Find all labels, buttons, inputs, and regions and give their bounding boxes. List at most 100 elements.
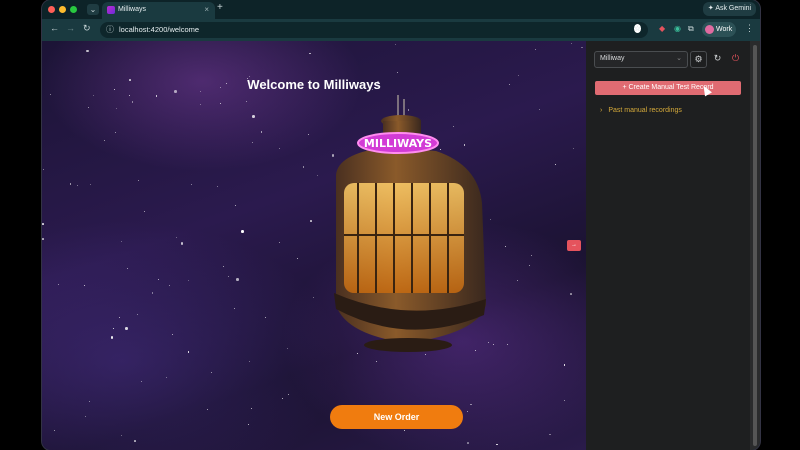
profile-label: Work [716,26,733,33]
star-dot [535,48,537,50]
star-dot [57,284,59,286]
forward-icon[interactable]: → [66,23,75,33]
star-dot [119,317,121,319]
star-dot [539,108,541,110]
back-icon[interactable]: ← [50,23,59,33]
star-dot [302,166,305,168]
star-dot [84,285,86,287]
tab-strip: ⌄ Milliways × + ✦ Ask Gemini [42,0,760,19]
star-dot [296,257,298,259]
star-dot [249,361,251,363]
tab-search-button[interactable]: ⌄ [87,4,99,15]
star-dot [199,104,201,106]
star-dot [223,266,225,268]
star-dot [155,95,158,97]
minimize-window-button[interactable] [59,6,66,13]
star-dot [496,443,498,446]
star-dot [252,115,255,118]
star-dot [227,275,230,278]
star-dot [127,267,129,269]
star-dot [92,95,94,97]
extension-icon[interactable]: ◉ [674,24,681,33]
close-window-button[interactable] [48,6,55,13]
star-dot [279,147,281,149]
star-dot [281,398,283,400]
star-dot [42,168,44,170]
star-dot [467,442,469,444]
star-dot [120,241,122,243]
star-dot [395,44,397,46]
star-dot [517,74,520,77]
tab-close-icon[interactable]: × [204,5,209,14]
star-dot [278,241,280,243]
star-dot [136,313,139,316]
star-dot [424,353,426,355]
star-dot [180,242,184,245]
browser-menu-icon[interactable]: ⋮ [745,23,754,34]
star-dot [288,394,290,396]
chevron-down-icon: ⌄ [676,55,682,62]
maximize-window-button[interactable] [70,6,77,13]
address-bar[interactable]: ⓘ localhost:4200/welcome ☆ [100,22,648,38]
tab-title: Milliways [118,6,146,13]
star-dot [90,183,92,185]
star-dot [171,333,173,335]
project-select-value: Milliway [600,55,625,62]
star-dot [581,46,583,49]
star-dot [86,49,89,52]
new-tab-button[interactable]: + [217,2,223,13]
extensions-puzzle-icon[interactable]: ⧉ [688,24,694,34]
star-dot [286,347,289,350]
star-dot [250,407,252,409]
star-dot [113,328,115,330]
avatar [705,24,714,34]
star-dot [104,139,106,141]
star-dot [397,72,399,74]
star-dot [69,183,72,185]
toggle-panel-button[interactable]: → [567,240,581,251]
panel-scrollbar[interactable] [750,41,760,450]
star-dot [188,280,190,282]
star-dot [125,327,128,330]
tab-milliways[interactable]: Milliways × [102,2,215,19]
extension-icon[interactable]: ◆ [659,24,665,33]
chevron-right-icon: › [600,107,603,114]
star-dot [504,245,506,248]
past-recordings-toggle[interactable]: › Past manual recordings [600,107,682,114]
ask-gemini-label: Ask Gemini [715,5,752,12]
star-dot [42,223,44,225]
star-dot [76,185,78,187]
refresh-icon[interactable]: ↻ [710,51,725,66]
profile-chip[interactable]: Work [702,22,736,37]
star-dot [158,278,160,280]
star-dot [310,220,312,222]
welcome-page: Welcome to Milliways MILLIWAYS New Order… [42,41,586,450]
new-order-button[interactable]: New Order [330,405,463,429]
star-dot [307,134,309,136]
create-manual-test-record-button[interactable]: + Create Manual Test Record [595,81,741,95]
star-dot [166,377,168,379]
star-dot [570,43,572,45]
browser-window: ⌄ Milliways × + ✦ Ask Gemini ← → ↻ ⓘ loc… [42,0,760,450]
ask-gemini-button[interactable]: ✦ Ask Gemini [703,2,756,16]
bookmark-star-icon[interactable]: ☆ [633,24,641,33]
project-select[interactable]: Milliway ⌄ [594,51,688,68]
site-info-icon[interactable]: ⓘ [106,24,114,35]
star-dot [191,183,193,185]
star-dot [376,361,378,363]
star-dot [470,403,472,406]
star-dot [206,408,208,410]
star-dot [246,101,248,103]
past-recordings-label: Past manual recordings [608,107,682,114]
page-title: Welcome to Milliways [247,77,381,92]
gear-icon[interactable]: ⚙ [690,51,707,68]
star-dot [53,429,55,431]
star-dot [87,107,89,109]
logout-icon[interactable]: ⏻ [728,51,743,66]
star-dot [120,434,123,437]
star-dot [216,185,219,188]
scrollbar-thumb[interactable] [753,45,757,446]
star-dot [251,142,253,144]
reload-icon[interactable]: ↻ [83,23,91,34]
star-dot [85,416,86,418]
